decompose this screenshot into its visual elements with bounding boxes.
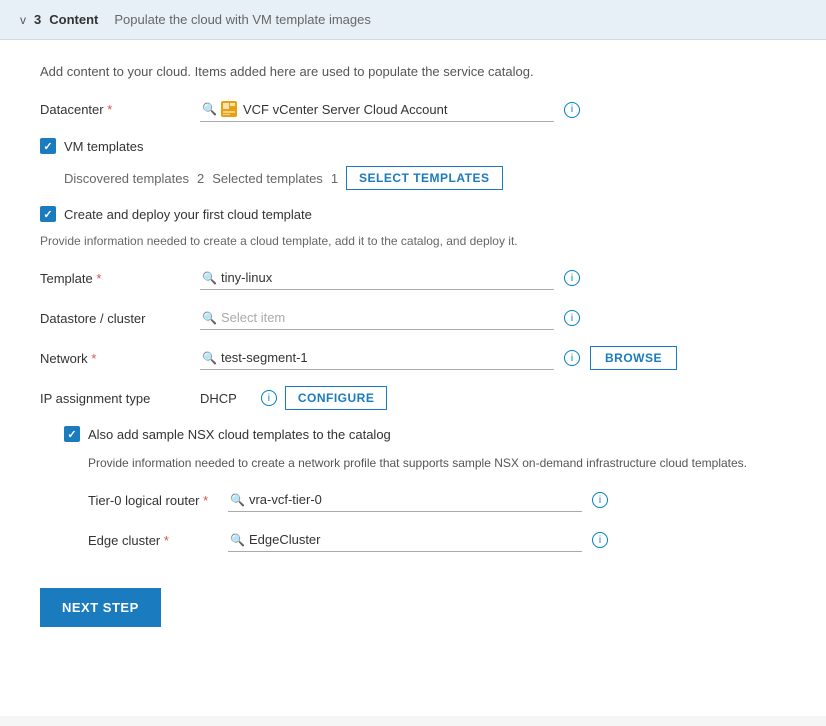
network-input[interactable]: 🔍 test-segment-1 — [200, 346, 554, 370]
datacenter-input-wrap[interactable]: 🔍 VCF vCenter Server Cloud Account i — [200, 97, 580, 122]
discovered-count: 2 — [197, 171, 204, 186]
discovered-label: Discovered templates — [64, 171, 189, 186]
tier0-label: Tier-0 logical router * — [88, 493, 228, 508]
nsx-checkbox-label: Also add sample NSX cloud templates to t… — [88, 427, 391, 442]
datacenter-label: Datacenter * — [40, 102, 200, 117]
selected-count: 1 — [331, 171, 338, 186]
edge-cluster-input-wrap[interactable]: 🔍 EdgeCluster i — [228, 528, 608, 552]
datacenter-input[interactable]: 🔍 VCF vCenter Server Cloud Account — [200, 97, 554, 122]
network-input-wrap[interactable]: 🔍 test-segment-1 i — [200, 346, 580, 370]
datastore-label: Datastore / cluster — [40, 311, 200, 326]
edge-search-icon: 🔍 — [230, 533, 245, 547]
step-number: 3 — [34, 12, 41, 27]
network-label: Network * — [40, 351, 200, 366]
browse-button[interactable]: BROWSE — [590, 346, 677, 370]
top-bar: v 3 Content Populate the cloud with VM t… — [0, 0, 826, 40]
step-title: Content — [49, 12, 98, 27]
datacenter-info-icon[interactable]: i — [564, 102, 580, 118]
template-input-wrap[interactable]: 🔍 tiny-linux i — [200, 266, 580, 290]
tier0-value: vra-vcf-tier-0 — [249, 492, 580, 507]
template-label: Template * — [40, 271, 200, 286]
datastore-placeholder: Select item — [221, 310, 552, 325]
nsx-checkbox-row[interactable]: Also add sample NSX cloud templates to t… — [64, 426, 786, 442]
required-star-edge: * — [164, 533, 169, 548]
edge-cluster-value: EdgeCluster — [249, 532, 580, 547]
required-star: * — [107, 102, 112, 117]
edge-cluster-info-icon[interactable]: i — [592, 532, 608, 548]
template-row: Template * 🔍 tiny-linux i — [40, 266, 786, 290]
required-star-tier0: * — [203, 493, 208, 508]
network-value: test-segment-1 — [221, 350, 552, 365]
selected-label: Selected templates — [212, 171, 323, 186]
create-deploy-label: Create and deploy your first cloud templ… — [64, 207, 312, 222]
create-deploy-checkbox-row[interactable]: Create and deploy your first cloud templ… — [40, 206, 786, 222]
tier0-input-wrap[interactable]: 🔍 vra-vcf-tier-0 i — [228, 488, 608, 512]
nsx-section: Also add sample NSX cloud templates to t… — [64, 426, 786, 552]
select-templates-button[interactable]: SELECT TEMPLATES — [346, 166, 502, 190]
datastore-input[interactable]: 🔍 Select item — [200, 306, 554, 330]
vm-templates-checkbox-row[interactable]: VM templates — [40, 138, 786, 154]
datacenter-value: VCF vCenter Server Cloud Account — [243, 102, 552, 117]
search-icon: 🔍 — [202, 102, 217, 116]
required-star-network: * — [91, 351, 96, 366]
tier0-search-icon: 🔍 — [230, 493, 245, 507]
edge-cluster-label: Edge cluster * — [88, 533, 228, 548]
template-info-icon[interactable]: i — [564, 270, 580, 286]
configure-button[interactable]: CONFIGURE — [285, 386, 388, 410]
template-input[interactable]: 🔍 tiny-linux — [200, 266, 554, 290]
nsx-provide-text: Provide information needed to create a n… — [88, 454, 768, 472]
datastore-search-icon: 🔍 — [202, 311, 217, 325]
ip-assignment-row: IP assignment type DHCP i CONFIGURE — [40, 386, 786, 410]
create-deploy-checkbox[interactable] — [40, 206, 56, 222]
network-search-icon: 🔍 — [202, 351, 217, 365]
network-row: Network * 🔍 test-segment-1 i BROWSE — [40, 346, 786, 370]
step-description: Populate the cloud with VM template imag… — [114, 12, 371, 27]
datacenter-row: Datacenter * 🔍 VCF vCenter Server Cloud … — [40, 97, 786, 122]
required-star-template: * — [96, 271, 101, 286]
template-search-icon: 🔍 — [202, 271, 217, 285]
dhcp-value: DHCP — [200, 391, 237, 406]
templates-counts-row: Discovered templates 2 Selected template… — [64, 166, 786, 190]
datacenter-vm-icon — [221, 101, 237, 117]
chevron-icon: v — [20, 13, 26, 27]
ip-assignment-label: IP assignment type — [40, 391, 200, 406]
tier0-info-icon[interactable]: i — [592, 492, 608, 508]
edge-cluster-input[interactable]: 🔍 EdgeCluster — [228, 528, 582, 552]
datastore-info-icon[interactable]: i — [564, 310, 580, 326]
edge-cluster-row: Edge cluster * 🔍 EdgeCluster i — [88, 528, 786, 552]
provide-text: Provide information needed to create a c… — [40, 234, 786, 248]
template-value: tiny-linux — [221, 270, 552, 285]
content-area: Add content to your cloud. Items added h… — [0, 40, 826, 716]
datastore-input-wrap[interactable]: 🔍 Select item i — [200, 306, 580, 330]
ip-assignment-info-icon[interactable]: i — [261, 390, 277, 406]
vm-templates-checkbox[interactable] — [40, 138, 56, 154]
intro-text: Add content to your cloud. Items added h… — [40, 64, 786, 79]
network-info-icon[interactable]: i — [564, 350, 580, 366]
ip-assignment-controls: DHCP i CONFIGURE — [200, 386, 387, 410]
next-step-button[interactable]: NEXT STEP — [40, 588, 161, 627]
nsx-checkbox[interactable] — [64, 426, 80, 442]
vm-templates-label: VM templates — [64, 139, 143, 154]
tier0-row: Tier-0 logical router * 🔍 vra-vcf-tier-0… — [88, 488, 786, 512]
datastore-row: Datastore / cluster 🔍 Select item i — [40, 306, 786, 330]
tier0-input[interactable]: 🔍 vra-vcf-tier-0 — [228, 488, 582, 512]
